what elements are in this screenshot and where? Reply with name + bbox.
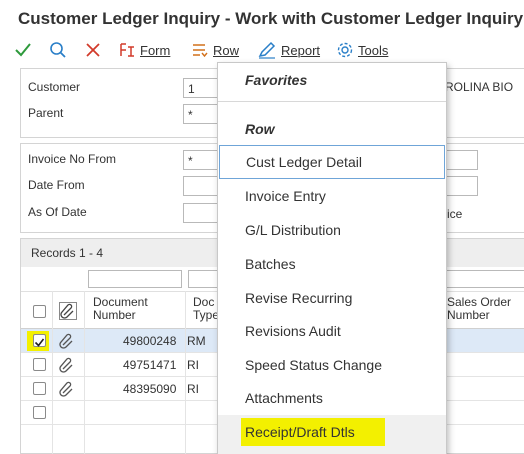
document-number-cell: 49800248 — [123, 334, 177, 348]
menu-item-receipt-draft-dtls-label: Receipt/Draft Dtls — [241, 418, 385, 446]
doc-type-cell: RI — [187, 358, 199, 372]
document-number-cell: 49751471 — [123, 358, 177, 372]
menu-item-gl-distribution[interactable]: G/L Distribution — [218, 213, 446, 247]
parent-label: Parent — [28, 106, 64, 120]
row-checkbox[interactable] — [33, 358, 46, 371]
checkmark-icon — [15, 43, 31, 57]
checkmark-icon — [34, 338, 45, 347]
date-to-field[interactable] — [446, 176, 478, 196]
as-of-date-label: As Of Date — [28, 205, 87, 219]
row-menu-button[interactable]: Row — [191, 40, 239, 60]
menu-item-invoice-entry[interactable]: Invoice Entry — [218, 179, 446, 213]
form-menu-label: Form — [140, 42, 171, 58]
gear-icon — [337, 42, 353, 58]
menu-item-revise-recurring[interactable]: Revise Recurring — [218, 281, 446, 315]
find-button[interactable] — [49, 40, 67, 60]
menu-item-receipt-draft-dtls[interactable]: Receipt/Draft Dtls — [218, 415, 446, 454]
attachment-icon[interactable] — [59, 381, 75, 397]
menu-item-cust-ledger-detail[interactable]: Cust Ledger Detail — [219, 145, 445, 179]
page-title: Customer Ledger Inquiry - Work with Cust… — [18, 9, 524, 28]
tools-menu-label: Tools — [358, 42, 389, 58]
favorites-heading: Favorites — [245, 72, 308, 88]
row-checkbox[interactable] — [33, 334, 46, 347]
report-menu-label: Report — [281, 42, 321, 58]
attachment-icon[interactable] — [59, 357, 75, 373]
attachment-column-icon — [59, 302, 77, 320]
form-menu-button[interactable]: Form — [118, 40, 170, 60]
column-divider — [84, 291, 85, 454]
search-icon — [50, 42, 66, 58]
column-divider — [185, 291, 186, 454]
menu-item-revisions-audit[interactable]: Revisions Audit — [218, 314, 446, 348]
close-icon — [86, 43, 100, 57]
select-all-checkbox[interactable] — [33, 305, 46, 318]
document-number-filter[interactable] — [88, 270, 182, 288]
report-icon — [258, 41, 276, 59]
trailing-label: ice — [447, 207, 463, 221]
date-from-label: Date From — [28, 178, 85, 192]
document-number-cell: 48395090 — [123, 382, 177, 396]
close-button[interactable] — [85, 40, 101, 60]
sales-order-filter[interactable] — [445, 270, 524, 288]
doc-type-header[interactable]: Doc Type — [193, 296, 217, 322]
sales-order-number-header[interactable]: Sales Order Number — [447, 296, 524, 322]
customer-name: ROLINA BIO — [445, 80, 514, 94]
menu-item-batches[interactable]: Batches — [218, 247, 446, 281]
document-number-header[interactable]: Document Number — [93, 296, 173, 322]
customer-label: Customer — [28, 80, 81, 94]
invoice-to-field[interactable] — [446, 150, 478, 170]
column-divider — [52, 291, 53, 454]
title-bar: Customer Ledger Inquiry - Work with Cust… — [0, 0, 524, 36]
row-checkbox[interactable] — [33, 382, 46, 395]
menu-item-speed-status-change[interactable]: Speed Status Change — [218, 348, 446, 382]
invoice-from-label: Invoice No From — [28, 152, 117, 166]
form-exit-icon — [120, 43, 134, 57]
row-checkbox[interactable] — [33, 406, 46, 419]
doc-type-cell: RM — [187, 334, 206, 348]
ok-button[interactable] — [14, 40, 32, 60]
row-menu-label: Row — [213, 42, 240, 58]
menu-divider — [218, 101, 446, 102]
menu-item-attachments[interactable]: Attachments — [218, 381, 446, 415]
row-heading: Row — [245, 121, 275, 137]
doc-type-filter[interactable] — [188, 270, 218, 288]
report-menu-button[interactable]: Report — [257, 40, 320, 60]
doc-type-cell: RI — [187, 382, 199, 396]
row-dropdown-menu: Favorites Row Cust Ledger Detail Invoice… — [217, 62, 447, 454]
attachment-icon[interactable] — [59, 333, 75, 349]
toolbar: Form Row Report Tools — [0, 36, 524, 64]
row-exit-icon — [193, 44, 208, 58]
tools-menu-button[interactable]: Tools — [336, 40, 388, 60]
